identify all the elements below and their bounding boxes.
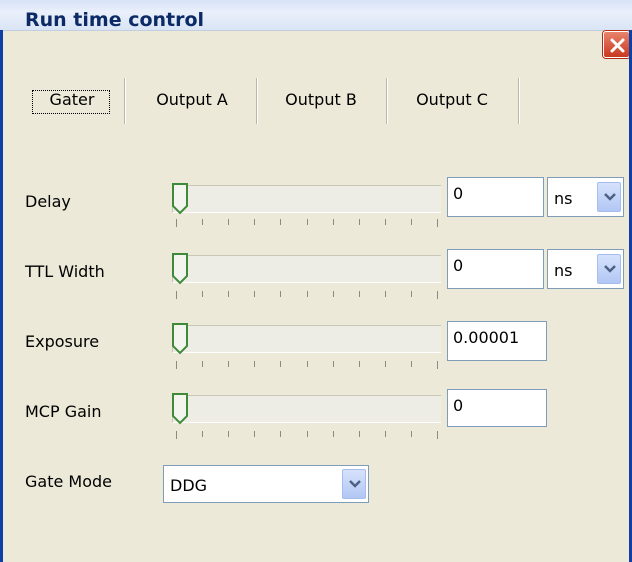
mcp-gain-slider-ticks <box>176 431 438 439</box>
ttl-width-unit-select[interactable]: ns <box>547 249 624 289</box>
delay-unit-value: ns <box>554 189 573 208</box>
gate-mode-select[interactable]: DDG <box>163 465 369 503</box>
slider-tick <box>202 361 203 367</box>
tab-focus-rect <box>32 90 110 114</box>
slider-tick <box>359 291 360 297</box>
chevron-down-icon <box>604 265 616 273</box>
slider-tick <box>333 431 334 437</box>
slider-tick <box>280 361 281 367</box>
tab-gater[interactable]: Gater <box>22 78 122 122</box>
dropdown-button[interactable] <box>597 182 621 212</box>
exposure-slider-ticks <box>176 361 438 369</box>
slider-tick <box>176 431 177 439</box>
delay-slider-ticks <box>176 219 438 227</box>
tab-label: Output C <box>416 90 488 109</box>
slider-tick <box>437 219 438 227</box>
slider-tick <box>228 291 229 297</box>
gate-mode-label: Gate Mode <box>25 472 112 491</box>
mcp-gain-slider-thumb[interactable] <box>171 392 189 426</box>
slider-tick <box>280 431 281 437</box>
tab-label: Output A <box>156 90 228 109</box>
slider-tick <box>176 361 177 369</box>
chevron-down-icon <box>349 480 361 488</box>
ttl-width-slider-thumb[interactable] <box>171 252 189 286</box>
slider-tick <box>359 219 360 225</box>
slider-tick <box>307 219 308 225</box>
tab-output-c[interactable]: Output C <box>390 78 514 122</box>
slider-tick <box>385 219 386 225</box>
slider-tick <box>202 219 203 225</box>
slider-tick <box>333 361 334 367</box>
exposure-slider-track[interactable] <box>172 325 441 353</box>
slider-tick <box>254 431 255 437</box>
slider-tick <box>228 431 229 437</box>
title-bar: Run time control <box>0 0 632 31</box>
mcp-gain-label: MCP Gain <box>25 402 102 421</box>
tab-divider <box>518 78 520 124</box>
slider-tick <box>202 291 203 297</box>
slider-tick <box>437 361 438 369</box>
close-button[interactable] <box>603 31 630 58</box>
dropdown-button[interactable] <box>597 254 621 284</box>
ttl-width-label: TTL Width <box>25 262 105 281</box>
slider-tick <box>307 431 308 437</box>
window-border-left <box>0 30 3 562</box>
slider-tick <box>202 431 203 437</box>
slider-tick <box>411 291 412 297</box>
slider-tick <box>307 291 308 297</box>
slider-tick <box>280 291 281 297</box>
slider-tick <box>254 219 255 225</box>
exposure-label: Exposure <box>25 332 100 351</box>
slider-tick <box>437 431 438 439</box>
slider-tick <box>385 431 386 437</box>
slider-tick <box>359 361 360 367</box>
slider-tick <box>280 219 281 225</box>
delay-slider-thumb[interactable] <box>171 182 189 216</box>
slider-tick <box>359 431 360 437</box>
ttl-width-input[interactable]: 0 <box>447 249 544 289</box>
slider-tick <box>228 361 229 367</box>
tab-output-a[interactable]: Output A <box>130 78 254 122</box>
tab-label: Output B <box>285 90 357 109</box>
exposure-input[interactable]: 0.00001 <box>447 321 547 361</box>
slider-tick <box>437 291 438 299</box>
tab-divider <box>124 78 126 124</box>
slider-tick <box>385 361 386 367</box>
tab-divider <box>256 78 258 124</box>
slider-tick <box>333 291 334 297</box>
slider-tick <box>176 291 177 299</box>
mcp-gain-slider-track[interactable] <box>172 395 441 423</box>
delay-input[interactable]: 0 <box>447 177 544 217</box>
ttl-width-slider-ticks <box>176 291 438 299</box>
exposure-slider-thumb[interactable] <box>171 322 189 356</box>
tab-divider <box>386 78 388 124</box>
slider-tick <box>411 431 412 437</box>
slider-tick <box>254 291 255 297</box>
slider-tick <box>411 219 412 225</box>
gate-mode-value: DDG <box>170 476 208 495</box>
ttl-width-slider-track[interactable] <box>172 255 441 283</box>
slider-tick <box>228 219 229 225</box>
mcp-gain-input[interactable]: 0 <box>447 389 547 427</box>
slider-tick <box>176 219 177 227</box>
close-icon <box>610 38 625 53</box>
delay-label: Delay <box>25 192 71 211</box>
tab-output-b[interactable]: Output B <box>260 78 382 122</box>
slider-tick <box>411 361 412 367</box>
dropdown-button[interactable] <box>342 469 366 499</box>
delay-slider-track[interactable] <box>172 185 441 213</box>
slider-tick <box>333 219 334 225</box>
slider-tick <box>254 361 255 367</box>
ttl-width-unit-value: ns <box>554 261 573 280</box>
delay-unit-select[interactable]: ns <box>547 177 624 217</box>
chevron-down-icon <box>604 193 616 201</box>
window-title: Run time control <box>25 9 205 31</box>
slider-tick <box>385 291 386 297</box>
slider-tick <box>307 361 308 367</box>
